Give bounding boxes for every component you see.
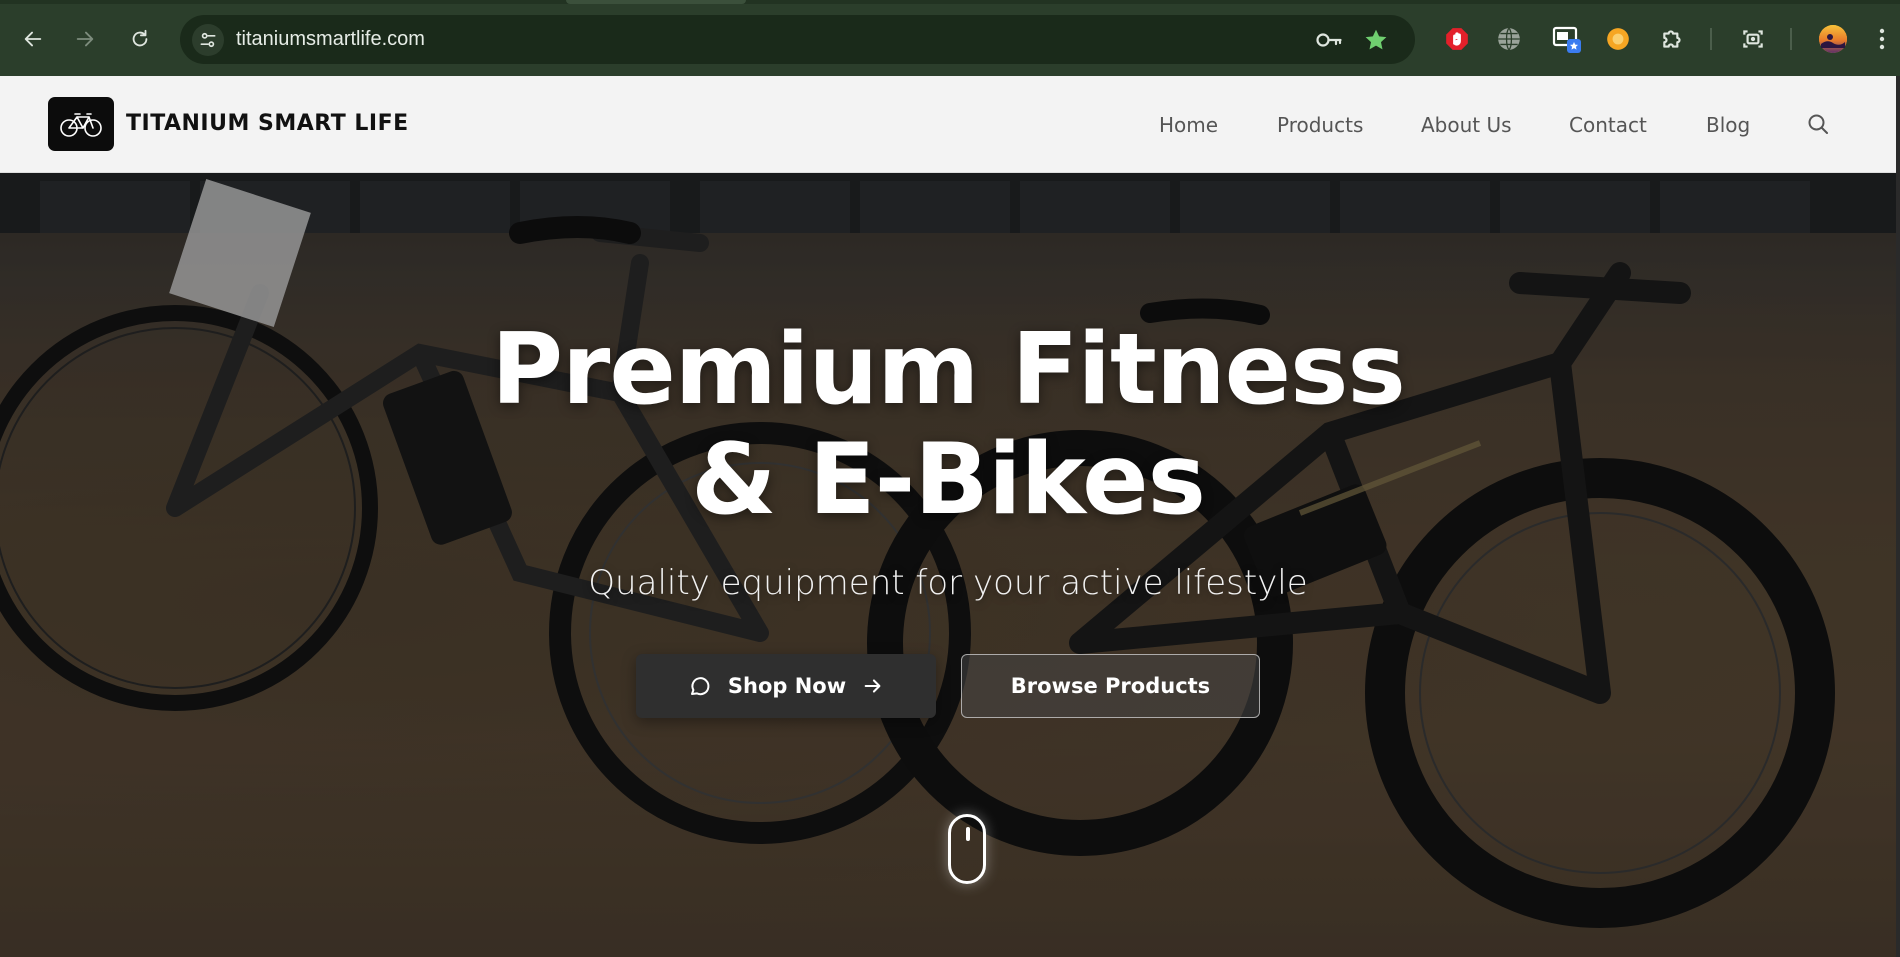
adblock-icon[interactable] (1440, 22, 1474, 56)
site-info-button[interactable] (192, 24, 224, 56)
arrow-right-icon (864, 679, 881, 693)
shop-now-button[interactable]: Shop Now (636, 654, 936, 718)
forward-button[interactable] (68, 22, 102, 56)
screenshot-icon[interactable] (1736, 22, 1770, 56)
menu-icon[interactable] (1870, 22, 1894, 56)
hero-title: Premium Fitness & E-Bikes (0, 315, 1896, 535)
back-button[interactable] (16, 22, 50, 56)
nav-home[interactable]: Home (1159, 113, 1218, 137)
globe-icon[interactable] (1492, 22, 1526, 56)
browser-toolbar: titaniumsmartlife.com (0, 0, 1900, 76)
site-info-icon (200, 32, 216, 48)
active-tab-edge[interactable] (566, 0, 746, 4)
hero-title-line-1: Premium Fitness (491, 313, 1406, 427)
url-text[interactable]: titaniumsmartlife.com (236, 28, 425, 51)
mouse-wheel (966, 827, 970, 841)
shop-now-label: Shop Now (727, 674, 847, 698)
nav-blog[interactable]: Blog (1706, 113, 1750, 137)
bookmark-star-icon[interactable] (1363, 27, 1389, 57)
toolbar-divider (1790, 28, 1792, 50)
nav-contact[interactable]: Contact (1569, 113, 1647, 137)
tab-strip-edge (0, 0, 1900, 4)
page-viewport: TITANIUM SMART LIFE Home Products About … (0, 76, 1896, 957)
back-icon (24, 31, 42, 47)
address-bar[interactable]: titaniumsmartlife.com (180, 15, 1415, 64)
brand-name[interactable]: TITANIUM SMART LIFE (126, 111, 409, 136)
profile-avatar[interactable] (1816, 22, 1850, 56)
forward-icon (76, 31, 94, 47)
search-icon[interactable] (1806, 112, 1830, 140)
puzzle-icon[interactable] (1656, 22, 1690, 56)
nav-products[interactable]: Products (1277, 113, 1363, 137)
orange-extension-icon[interactable] (1601, 22, 1635, 56)
hero-subtitle: Quality equipment for your active lifest… (588, 563, 1308, 603)
reload-icon (132, 29, 148, 47)
logo[interactable] (48, 97, 114, 151)
toolbar-divider (1710, 28, 1712, 50)
hero-section: Premium Fitness & E-Bikes Quality equipm… (0, 173, 1896, 957)
key-icon[interactable] (1315, 28, 1343, 56)
picture-in-picture-icon[interactable] (1550, 22, 1584, 56)
hero-title-line-2: & E-Bikes (691, 423, 1206, 537)
bicycle-icon (60, 113, 102, 137)
page-scrollbar[interactable] (1896, 76, 1900, 957)
reload-button[interactable] (123, 22, 157, 56)
site-header: TITANIUM SMART LIFE Home Products About … (0, 76, 1896, 173)
chat-bubble-icon (690, 677, 710, 696)
nav-about-us[interactable]: About Us (1421, 113, 1512, 137)
browse-products-button[interactable]: Browse Products (961, 654, 1260, 718)
scroll-down-mouse-icon[interactable] (948, 814, 986, 884)
browse-products-label: Browse Products (1010, 674, 1211, 698)
